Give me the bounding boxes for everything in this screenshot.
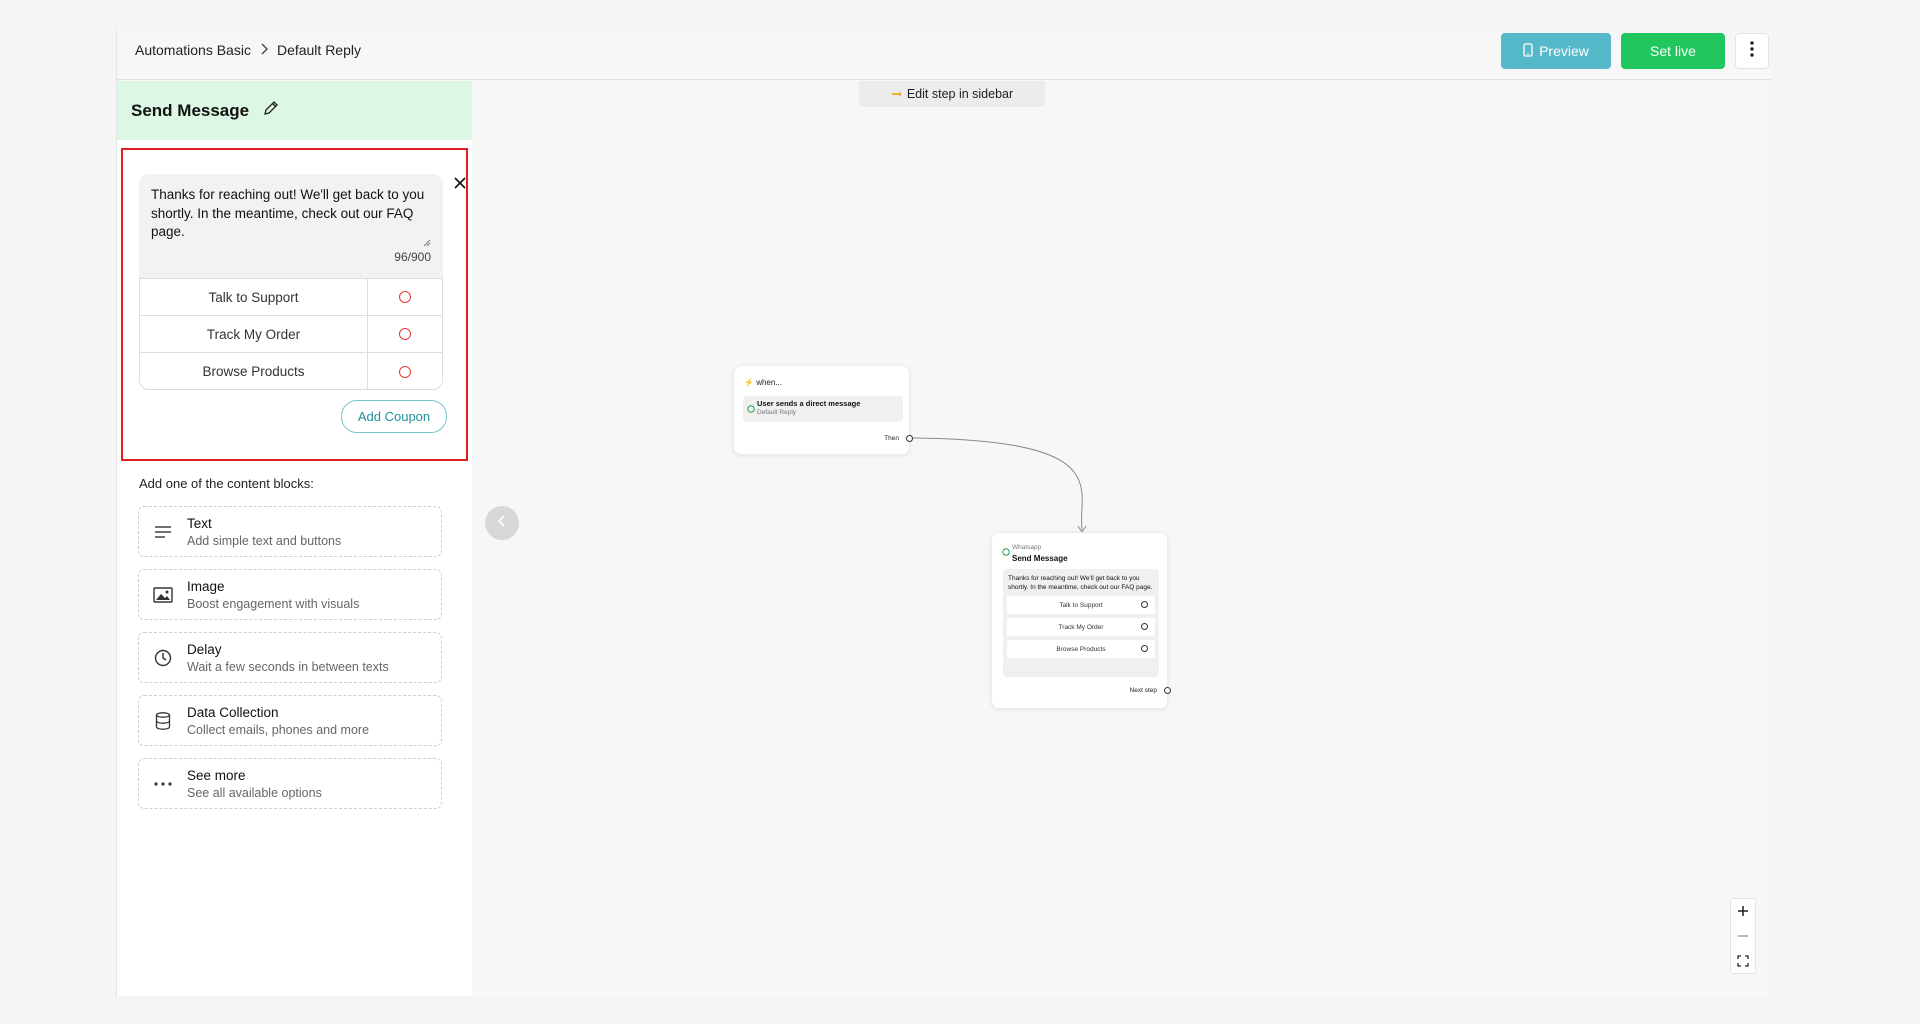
trigger-item[interactable]: User sends a direct message Default Repl… xyxy=(743,396,903,422)
port-circle-icon[interactable] xyxy=(1141,623,1148,630)
output-port[interactable] xyxy=(1164,687,1171,694)
node-source: Whatsapp xyxy=(1012,544,1042,551)
message-node[interactable]: Whatsapp Send Message Thanks for reachin… xyxy=(991,532,1171,709)
node-reply-label: Talk to Support xyxy=(1059,601,1103,609)
output-port[interactable] xyxy=(906,435,913,442)
lightning-icon: ⚡ xyxy=(744,378,754,387)
when-label: ⚡ when... xyxy=(744,378,782,387)
trigger-title: User sends a direct message xyxy=(757,399,861,408)
node-reply-button: Track My Order xyxy=(1007,618,1155,636)
then-label: Then xyxy=(884,435,899,442)
node-reply-button: Talk to Support xyxy=(1007,596,1155,614)
whatsapp-icon xyxy=(747,400,755,418)
whatsapp-icon xyxy=(1002,543,1010,561)
zoom-in-button[interactable] xyxy=(1731,899,1755,924)
trigger-node[interactable]: ⚡ when... User sends a direct message De… xyxy=(733,365,913,455)
flow-connector xyxy=(912,437,1087,533)
node-title: Send Message xyxy=(1012,554,1068,563)
node-reply-button: Browse Products xyxy=(1007,640,1155,658)
zoom-controls xyxy=(1730,898,1756,974)
when-text: when... xyxy=(756,378,782,387)
port-circle-icon[interactable] xyxy=(1141,645,1148,652)
node-reply-label: Browse Products xyxy=(1056,645,1106,653)
node-message-text: Thanks for reaching out! We'll get back … xyxy=(1008,575,1153,591)
node-message-body: Thanks for reaching out! We'll get back … xyxy=(1003,569,1159,677)
automation-editor: Automations Basic Default Reply Preview … xyxy=(116,30,1771,996)
node-reply-label: Track My Order xyxy=(1058,623,1104,631)
next-step-label: Next step xyxy=(1129,687,1157,694)
port-circle-icon[interactable] xyxy=(1141,601,1148,608)
zoom-out-button[interactable] xyxy=(1731,924,1755,949)
fit-view-button[interactable] xyxy=(1731,948,1755,973)
trigger-sub: Default Reply xyxy=(757,409,797,416)
